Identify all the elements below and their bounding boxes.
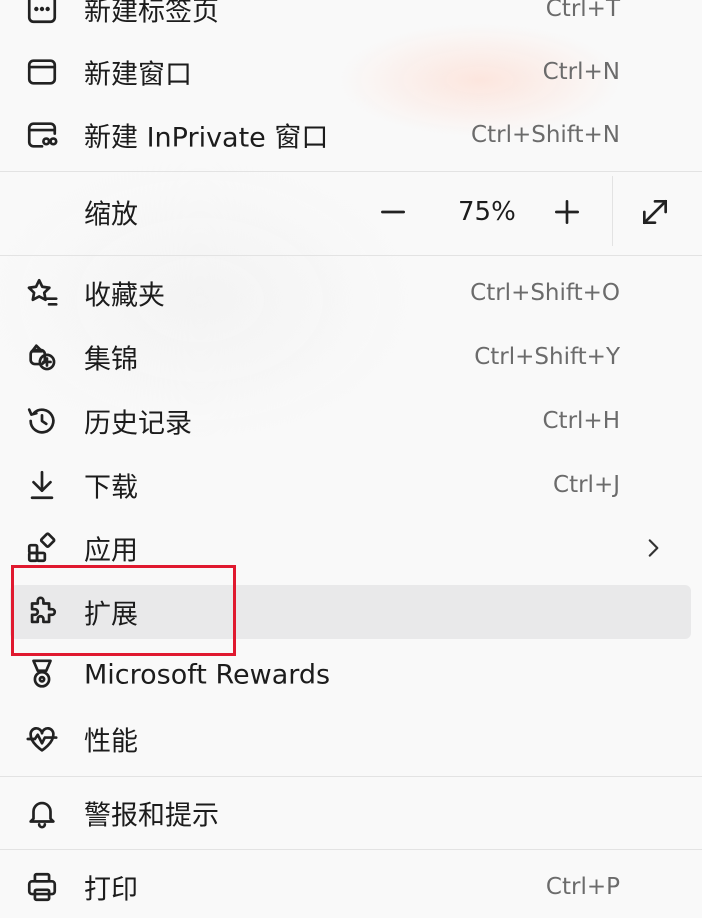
plus-icon: [555, 200, 579, 224]
zoom-value: 75%: [458, 197, 516, 227]
favorites-star-icon: [22, 273, 62, 313]
menu-shortcut: Ctrl+N: [542, 59, 620, 85]
menu-item-alerts[interactable]: 警报和提示: [0, 782, 702, 844]
fullscreen-button[interactable]: [634, 191, 676, 233]
printer-icon: [22, 867, 62, 907]
bell-icon: [22, 793, 62, 833]
menu-item-history[interactable]: 历史记录 Ctrl+H: [0, 390, 702, 452]
highlight-box: [11, 565, 236, 656]
menu-item-print[interactable]: 打印 Ctrl+P: [0, 856, 702, 918]
menu-item-zoom: 缩放 75%: [0, 181, 702, 243]
zoom-label: 缩放: [84, 199, 138, 231]
menu-divider: [0, 171, 702, 172]
zoom-in-button[interactable]: [546, 191, 588, 233]
menu-divider: [0, 776, 702, 777]
menu-label: 应用: [84, 535, 138, 567]
zoom-out-button[interactable]: [372, 191, 414, 233]
menu-label: 警报和提示: [84, 800, 219, 832]
menu-label: Microsoft Rewards: [84, 659, 331, 691]
menu-label: 下载: [84, 472, 138, 504]
menu-label: 新建标签页: [84, 0, 219, 28]
expand-diagonal-icon: [643, 200, 667, 224]
menu-shortcut: Ctrl+J: [553, 472, 620, 498]
chevron-right-icon: [640, 535, 666, 561]
menu-item-new-inprivate[interactable]: 新建 InPrivate 窗口 Ctrl+Shift+N: [0, 104, 702, 166]
minus-icon: [381, 210, 405, 214]
zoom-separator: [612, 176, 613, 246]
menu-divider: [0, 849, 702, 850]
menu-shortcut: Ctrl+Shift+N: [471, 122, 620, 148]
menu-item-favorites[interactable]: 收藏夹 Ctrl+Shift+O: [0, 262, 702, 324]
rewards-medal-icon: [22, 655, 62, 695]
apps-grid-icon: [22, 528, 62, 568]
menu-divider: [0, 255, 702, 256]
menu-item-collections[interactable]: 集锦 Ctrl+Shift+Y: [0, 326, 702, 388]
menu-shortcut: Ctrl+T: [545, 0, 620, 22]
menu-label: 性能: [84, 726, 138, 758]
menu-label: 新建 InPrivate 窗口: [84, 122, 329, 154]
inprivate-window-icon: [22, 115, 62, 155]
menu-label: 新建窗口: [84, 59, 192, 91]
menu-shortcut: Ctrl+H: [542, 408, 621, 434]
menu-item-new-tab[interactable]: 新建标签页 Ctrl+T: [0, 0, 702, 40]
new-tab-icon: [22, 0, 62, 29]
menu-item-new-window[interactable]: 新建窗口 Ctrl+N: [0, 41, 702, 103]
menu-shortcut: Ctrl+Shift+O: [470, 280, 620, 306]
download-arrow-icon: [22, 465, 62, 505]
menu-shortcut: Ctrl+Shift+Y: [474, 344, 620, 370]
performance-heart-icon: [22, 719, 62, 759]
menu-item-performance[interactable]: 性能: [0, 708, 702, 770]
menu-label: 打印: [84, 874, 138, 906]
menu-label: 集锦: [84, 344, 138, 376]
menu-shortcut: Ctrl+P: [545, 874, 620, 900]
window-icon: [22, 52, 62, 92]
menu-label: 历史记录: [84, 408, 192, 440]
menu-label: 收藏夹: [84, 280, 165, 312]
collections-icon: [22, 337, 62, 377]
menu-item-downloads[interactable]: 下载 Ctrl+J: [0, 454, 702, 516]
history-clock-icon: [22, 401, 62, 441]
